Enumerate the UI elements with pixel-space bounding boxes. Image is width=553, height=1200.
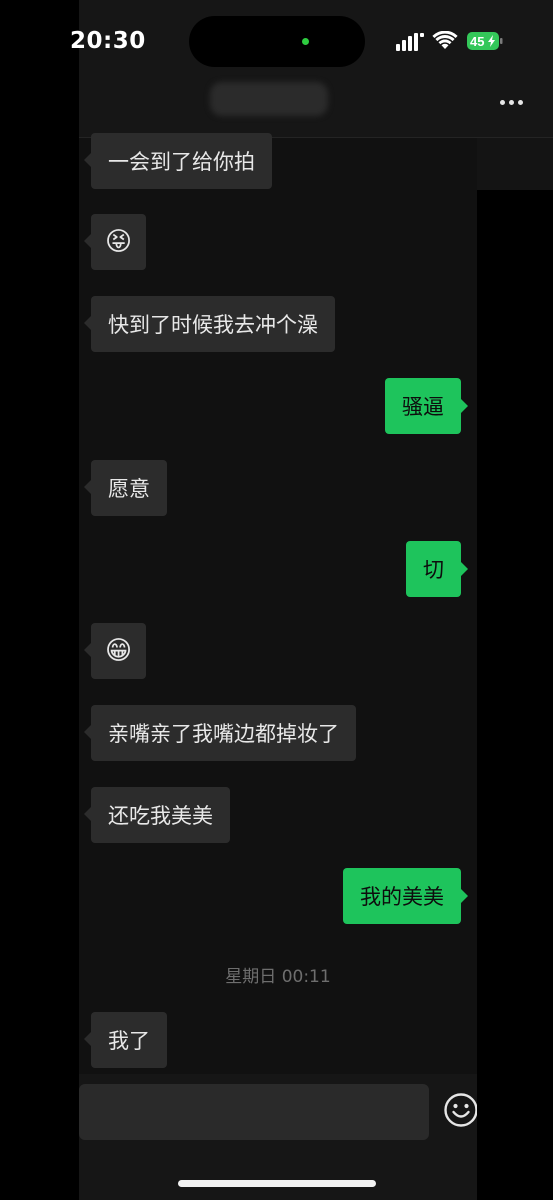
home-indicator[interactable] <box>178 1180 376 1187</box>
message-incoming-emoji[interactable]: 😁 <box>83 623 147 679</box>
message-incoming[interactable]: 一会到了给你拍 <box>84 133 272 189</box>
battery-icon: 45 <box>467 32 503 50</box>
status-time: 20:30 <box>70 28 146 54</box>
message-incoming[interactable]: 我了 <box>84 1012 167 1068</box>
message-outgoing[interactable]: 我的美美 <box>343 868 468 924</box>
message-incoming-emoji[interactable]: 😝 <box>83 214 147 270</box>
message-incoming[interactable]: 还吃我美美 <box>84 787 230 843</box>
message-input[interactable] <box>79 1084 429 1140</box>
message-outgoing[interactable]: 切 <box>406 541 468 597</box>
battery-percent: 45 <box>470 34 484 49</box>
camera-indicator-dot <box>302 38 309 45</box>
message-incoming[interactable]: 快到了时候我去冲个澡 <box>84 296 335 352</box>
contact-name[interactable] <box>210 82 328 116</box>
more-options-button[interactable] <box>500 94 530 110</box>
wifi-icon <box>432 31 458 49</box>
message-timestamp: 星期日 00:11 <box>225 967 331 987</box>
more-dots-icon <box>500 99 505 105</box>
side-panel <box>477 190 553 1200</box>
message-outgoing[interactable]: 骚逼 <box>385 378 468 434</box>
smiley-face-icon[interactable] <box>443 1092 477 1128</box>
side-panel-edge <box>477 138 553 190</box>
cellular-signal-icon <box>396 33 424 51</box>
message-incoming[interactable]: 亲嘴亲了我嘴边都掉妆了 <box>84 705 356 761</box>
dynamic-island <box>189 16 365 67</box>
message-incoming[interactable]: 愿意 <box>84 460 167 516</box>
